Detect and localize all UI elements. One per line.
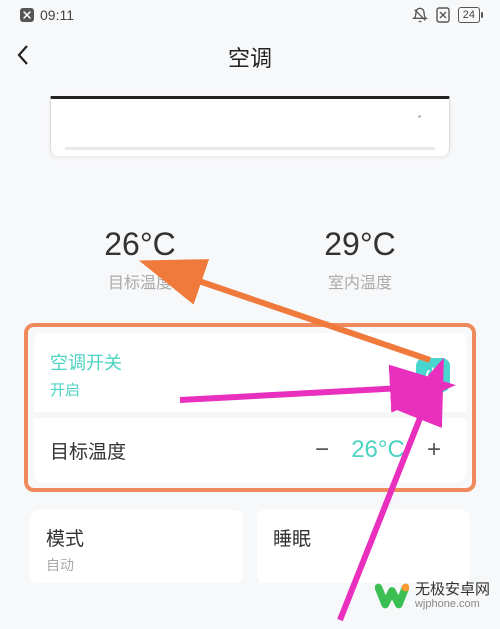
- target-row-label: 目标温度: [50, 437, 306, 464]
- control-card: 空调开关 开启 目标温度 − 26°C +: [34, 333, 466, 482]
- notification-close-icon: [20, 8, 34, 22]
- increase-temp-button[interactable]: +: [418, 436, 450, 464]
- status-bar: 09:11 24: [0, 0, 500, 30]
- target-temp-row: 目标温度 − 26°C +: [34, 418, 466, 482]
- dnd-icon: [412, 7, 428, 23]
- ac-unit-image: [50, 96, 450, 156]
- mode-value: 自动: [46, 555, 227, 575]
- watermark-title: 无极安卓网: [415, 582, 490, 599]
- temperature-readouts: 26°C 目标温度 29°C 室内温度: [30, 226, 470, 293]
- target-temp-readout: 26°C 目标温度: [30, 226, 250, 293]
- room-temp-label: 室内温度: [250, 269, 470, 293]
- power-button[interactable]: [416, 358, 450, 392]
- watermark-logo-icon: [375, 579, 409, 613]
- watermark-url: wjphone.com: [415, 598, 490, 610]
- sleep-title: 睡眠: [273, 524, 454, 551]
- switch-title: 空调开关: [50, 349, 416, 375]
- sim-missing-icon: [436, 7, 450, 23]
- battery-indicator: 24: [458, 7, 480, 23]
- status-time: 09:11: [40, 7, 74, 23]
- target-row-value: 26°C: [338, 436, 418, 464]
- target-temp-label: 目标温度: [30, 269, 250, 293]
- sleep-card[interactable]: 睡眠: [257, 510, 470, 583]
- room-temp-readout: 29°C 室内温度: [250, 226, 470, 293]
- mode-title: 模式: [46, 524, 227, 551]
- target-temp-value: 26°C: [30, 226, 250, 263]
- decrease-temp-button[interactable]: −: [306, 436, 338, 464]
- page-header: 空调: [0, 30, 500, 84]
- bottom-cards: 模式 自动 睡眠: [30, 510, 470, 583]
- power-icon: [424, 366, 442, 384]
- page-title: 空调: [16, 41, 484, 73]
- mode-card[interactable]: 模式 自动: [30, 510, 243, 583]
- switch-status: 开启: [50, 379, 416, 400]
- annotation-highlight-box: 空调开关 开启 目标温度 − 26°C +: [24, 323, 476, 492]
- room-temp-value: 29°C: [250, 226, 470, 263]
- watermark: 无极安卓网 wjphone.com: [375, 579, 490, 613]
- power-switch-row: 空调开关 开启: [34, 333, 466, 412]
